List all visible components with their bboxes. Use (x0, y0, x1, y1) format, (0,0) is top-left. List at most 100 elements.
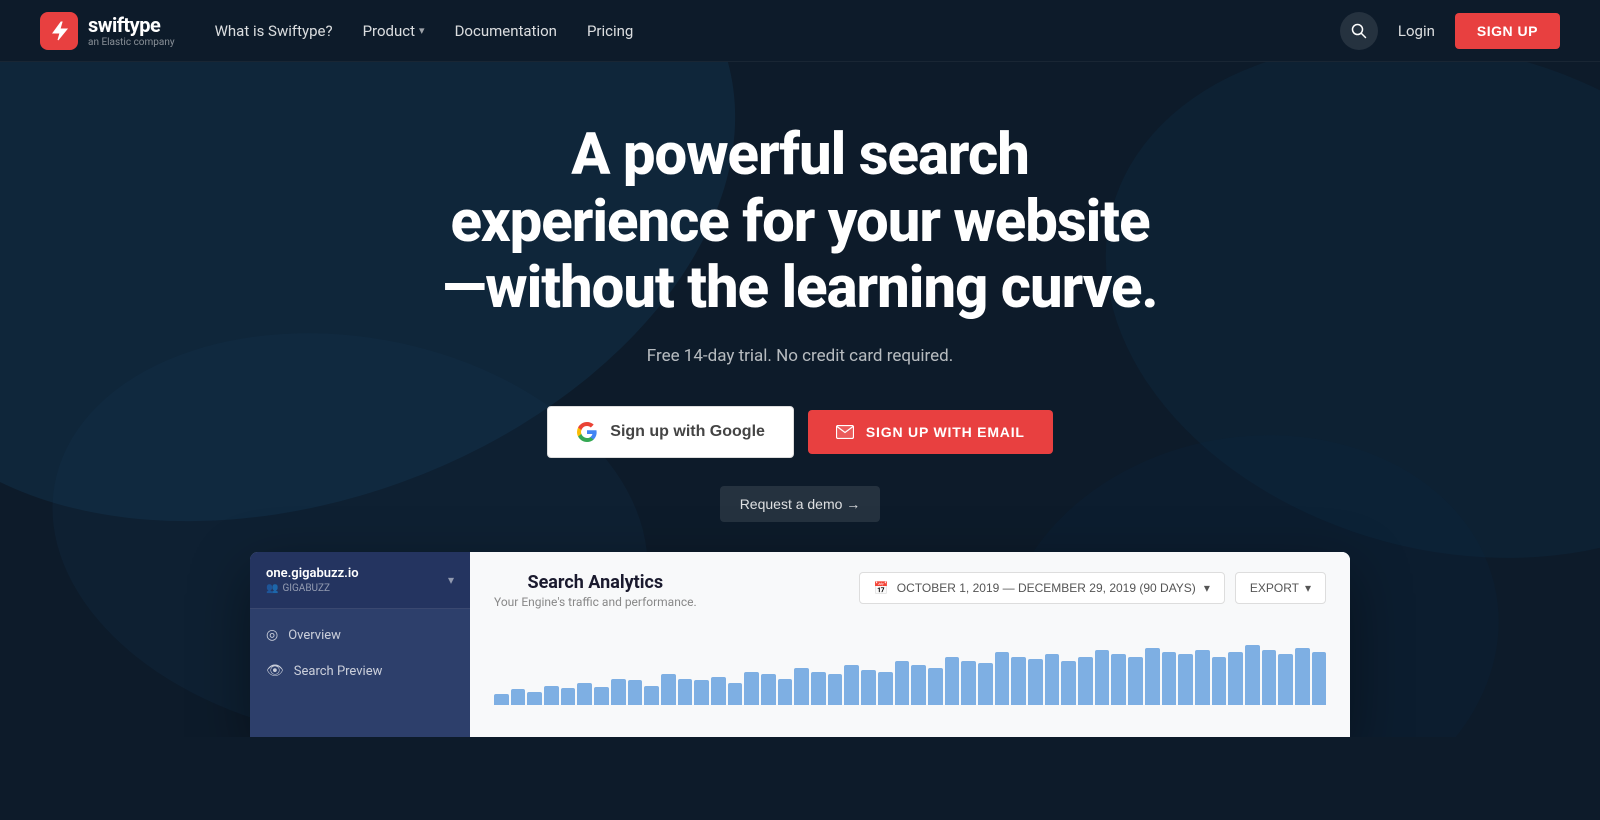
chart-bar (1245, 645, 1260, 705)
chart-bar (1278, 654, 1293, 705)
export-chevron-icon: ▾ (1305, 581, 1311, 595)
chart-bar (1095, 650, 1110, 705)
site-sub: 👥 GIGABUZZ (266, 583, 359, 594)
users-icon: 👥 (266, 583, 278, 594)
chart-bar (811, 672, 826, 706)
nav-what-is[interactable]: What is Swiftype? (215, 22, 333, 40)
chart-bar (844, 665, 859, 705)
dashboard-title: Search Analytics (494, 572, 697, 593)
chart-bar (644, 686, 659, 705)
chart-bar (995, 652, 1010, 705)
chart-bar (1061, 661, 1076, 705)
site-name: one.gigabuzz.io (266, 566, 359, 581)
signup-google-label: Sign up with Google (610, 423, 765, 441)
sidebar-nav: ◎ Overview 👁 Search Preview (250, 609, 470, 697)
chart-bar (1078, 657, 1093, 706)
hero-buttons: Sign up with Google SIGN UP WITH EMAIL (440, 406, 1160, 458)
nav-pricing[interactable]: Pricing (587, 22, 633, 40)
chart-bar (961, 661, 976, 705)
chart-bars (494, 635, 1326, 705)
nav-product[interactable]: Product ▾ (363, 22, 425, 40)
export-button[interactable]: EXPORT ▾ (1235, 572, 1326, 604)
search-icon (1351, 23, 1367, 39)
chart-bar (1228, 652, 1243, 705)
overview-icon: ◎ (266, 627, 278, 643)
brand-name: swiftype (88, 13, 175, 37)
chart-bar (945, 657, 960, 706)
chart-bar (561, 688, 576, 705)
signup-email-button[interactable]: SIGN UP WITH EMAIL (808, 410, 1053, 454)
demo-link[interactable]: Request a demo → (720, 486, 881, 522)
demo-link-wrapper: Request a demo → (440, 486, 1160, 522)
chart-bar (728, 683, 743, 705)
dashboard-preview: one.gigabuzz.io 👥 GIGABUZZ ▾ ◎ Overview … (250, 552, 1350, 737)
chart-bar (744, 672, 759, 706)
chart-bar (1045, 654, 1060, 705)
chart-bar (1262, 650, 1277, 705)
site-info: one.gigabuzz.io 👥 GIGABUZZ (266, 566, 359, 594)
search-preview-label: Search Preview (294, 664, 383, 679)
signup-email-label: SIGN UP WITH EMAIL (866, 424, 1025, 440)
logo-text: swiftype an Elastic company (88, 13, 175, 48)
logo-icon (40, 12, 78, 50)
nav-links: What is Swiftype? Product ▾ Documentatio… (215, 22, 634, 40)
chart-bar (1312, 652, 1327, 705)
chart-bar (1145, 648, 1160, 705)
brand-sub: an Elastic company (88, 37, 175, 48)
chart-bar (1162, 652, 1177, 705)
signup-google-button[interactable]: Sign up with Google (547, 406, 794, 458)
signup-button[interactable]: SIGN UP (1455, 13, 1560, 49)
chart-bar (1195, 650, 1210, 705)
chart-bar (878, 672, 893, 706)
chart-bar (628, 680, 643, 705)
date-range-label: OCTOBER 1, 2019 — DECEMBER 29, 2019 (90 … (897, 581, 1196, 595)
chart-bar (711, 677, 726, 705)
date-range-button[interactable]: 📅 OCTOBER 1, 2019 — DECEMBER 29, 2019 (9… (859, 572, 1225, 604)
chart-bar (1011, 657, 1026, 706)
calendar-icon: 📅 (874, 581, 889, 595)
date-chevron-icon: ▾ (1204, 581, 1210, 595)
chart-bar (828, 674, 843, 705)
dashboard-title-group: Search Analytics Your Engine's traffic a… (494, 572, 697, 609)
chart-bar (544, 686, 559, 705)
google-icon (576, 421, 598, 443)
product-chevron-icon: ▾ (419, 24, 425, 37)
hero-content: A powerful search experience for your we… (420, 62, 1180, 522)
navbar-left: swiftype an Elastic company What is Swif… (40, 12, 633, 50)
nav-documentation[interactable]: Documentation (455, 22, 557, 40)
chart-bar (978, 663, 993, 705)
dashboard-main: Search Analytics Your Engine's traffic a… (470, 552, 1350, 737)
sidebar-item-search-preview[interactable]: 👁 Search Preview (250, 653, 470, 689)
navbar: swiftype an Elastic company What is Swif… (0, 0, 1600, 62)
search-preview-icon: 👁 (266, 663, 284, 679)
search-button[interactable] (1340, 12, 1378, 50)
chart-bar (678, 679, 693, 705)
chart-bar (1212, 657, 1227, 706)
chart-bar (911, 665, 926, 705)
dashboard-subtitle: Your Engine's traffic and performance. (494, 595, 697, 609)
chart-area (494, 625, 1326, 705)
logo[interactable]: swiftype an Elastic company (40, 12, 175, 50)
chart-bar (861, 670, 876, 705)
chart-bar (761, 674, 776, 705)
bolt-icon (48, 20, 70, 42)
sidebar-chevron-icon[interactable]: ▾ (448, 573, 454, 587)
dashboard-header: Search Analytics Your Engine's traffic a… (494, 572, 1326, 609)
email-icon (836, 425, 854, 439)
sidebar-item-overview[interactable]: ◎ Overview (250, 617, 470, 653)
sidebar-header: one.gigabuzz.io 👥 GIGABUZZ ▾ (250, 552, 470, 609)
chart-bar (527, 692, 542, 705)
chart-bar (494, 694, 509, 705)
overview-label: Overview (288, 628, 341, 643)
chart-bar (778, 679, 793, 705)
chart-bar (1111, 654, 1126, 705)
chart-bar (794, 668, 809, 705)
chart-bar (928, 668, 943, 705)
navbar-right: Login SIGN UP (1340, 12, 1560, 50)
chart-bar (694, 680, 709, 705)
hero-title: A powerful search experience for your we… (440, 122, 1160, 322)
chart-bar (1178, 654, 1193, 705)
login-link[interactable]: Login (1398, 22, 1435, 40)
chart-bar (594, 687, 609, 705)
dashboard-controls: 📅 OCTOBER 1, 2019 — DECEMBER 29, 2019 (9… (859, 572, 1326, 604)
